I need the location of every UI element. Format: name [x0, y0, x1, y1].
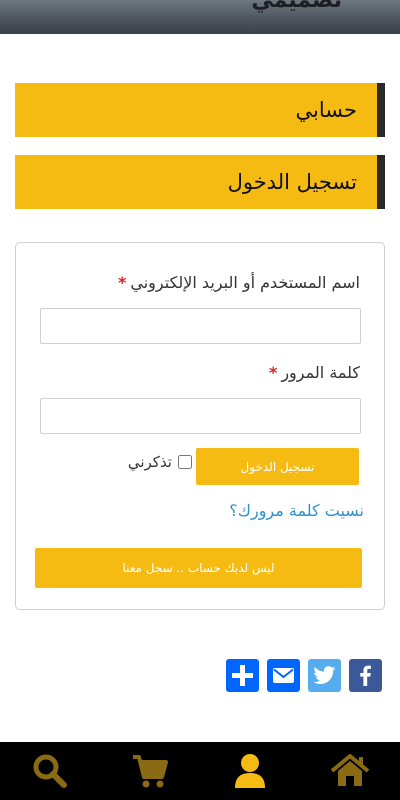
- twitter-share-button[interactable]: [308, 659, 341, 692]
- username-input[interactable]: [40, 308, 361, 344]
- remember-me[interactable]: تذكرني: [128, 453, 192, 471]
- facebook-share-button[interactable]: [349, 659, 382, 692]
- home-icon: [330, 754, 370, 786]
- share-buttons: [226, 659, 382, 692]
- username-label-text: اسم المستخدم أو البريد الإلكتروني: [130, 273, 360, 292]
- site-logo[interactable]: تصميمي: [251, 0, 342, 18]
- email-share-button[interactable]: [267, 659, 300, 692]
- search-icon: [33, 754, 67, 788]
- cart-icon: [133, 755, 168, 788]
- bottom-navigation: [0, 742, 400, 800]
- nav-search[interactable]: [20, 742, 80, 800]
- nav-account[interactable]: [220, 742, 280, 800]
- remember-checkbox[interactable]: [178, 455, 192, 469]
- nav-home[interactable]: [320, 742, 380, 800]
- account-title: حسابي: [295, 98, 357, 122]
- more-share-button[interactable]: [226, 659, 259, 692]
- password-input[interactable]: [40, 398, 361, 434]
- required-marker: *: [118, 273, 127, 292]
- password-label: كلمة المرور*: [269, 363, 360, 382]
- username-label: اسم المستخدم أو البريد الإلكتروني*: [118, 273, 360, 292]
- nav-cart[interactable]: [120, 742, 180, 800]
- plus-icon: [232, 665, 253, 686]
- login-title: تسجيل الدخول: [227, 170, 357, 194]
- account-section-header: حسابي: [15, 83, 385, 137]
- login-button[interactable]: تسجيل الدخول: [196, 448, 359, 485]
- login-form: اسم المستخدم أو البريد الإلكتروني* كلمة …: [15, 242, 385, 610]
- remember-label: تذكرني: [127, 453, 172, 471]
- email-icon: [273, 668, 294, 683]
- required-marker: *: [268, 363, 278, 382]
- top-banner: تصميمي: [0, 0, 400, 34]
- user-icon: [235, 754, 265, 788]
- login-section-header: تسجيل الدخول: [15, 155, 385, 209]
- password-label-text: كلمة المرور: [281, 363, 360, 382]
- register-button[interactable]: ليس لديك حساب .. سجل معنا: [35, 548, 362, 588]
- forgot-password-link[interactable]: نسيت كلمة مرورك؟: [229, 501, 364, 520]
- facebook-icon: [360, 665, 371, 686]
- twitter-icon: [313, 666, 336, 685]
